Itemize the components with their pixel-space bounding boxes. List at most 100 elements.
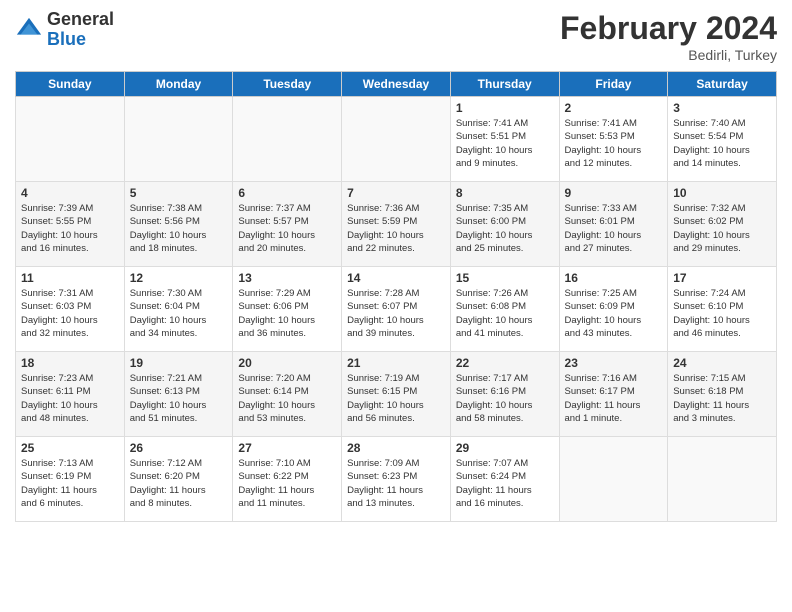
calendar-cell: 10 Sunrise: 7:32 AM Sunset: 6:02 PM Dayli…: [668, 182, 777, 267]
calendar-cell: 3Sunrise: 7:40 AM Sunset: 5:54 PM Daylig…: [668, 97, 777, 182]
day-number: 21: [347, 356, 445, 370]
day-number: 17: [673, 271, 771, 285]
day-info: Sunrise: 7:10 AM Sunset: 6:22 PM Dayligh…: [238, 457, 336, 510]
day-number: 8: [456, 186, 554, 200]
day-number: 27: [238, 441, 336, 455]
day-info: Sunrise: 7:32 AM Sunset: 6:02 PM Dayligh…: [673, 202, 771, 255]
weekday-header-thursday: Thursday: [450, 72, 559, 97]
calendar-location: Bedirli, Turkey: [560, 47, 777, 63]
day-info: Sunrise: 7:36 AM Sunset: 5:59 PM Dayligh…: [347, 202, 445, 255]
day-number: 13: [238, 271, 336, 285]
day-number: 23: [565, 356, 663, 370]
day-info: Sunrise: 7:25 AM Sunset: 6:09 PM Dayligh…: [565, 287, 663, 340]
day-number: 20: [238, 356, 336, 370]
day-info: Sunrise: 7:28 AM Sunset: 6:07 PM Dayligh…: [347, 287, 445, 340]
day-info: Sunrise: 7:23 AM Sunset: 6:11 PM Dayligh…: [21, 372, 119, 425]
day-info: Sunrise: 7:38 AM Sunset: 5:56 PM Dayligh…: [130, 202, 228, 255]
day-number: 6: [238, 186, 336, 200]
day-number: 15: [456, 271, 554, 285]
calendar-cell: [668, 437, 777, 522]
day-info: Sunrise: 7:09 AM Sunset: 6:23 PM Dayligh…: [347, 457, 445, 510]
calendar-cell: 28Sunrise: 7:09 AM Sunset: 6:23 PM Dayli…: [342, 437, 451, 522]
calendar-table: SundayMondayTuesdayWednesdayThursdayFrid…: [15, 71, 777, 522]
day-info: Sunrise: 7:31 AM Sunset: 6:03 PM Dayligh…: [21, 287, 119, 340]
calendar-cell: 27 Sunrise: 7:10 AM Sunset: 6:22 PM Dayli…: [233, 437, 342, 522]
day-info: Sunrise: 7:24 AM Sunset: 6:10 PM Dayligh…: [673, 287, 771, 340]
day-number: 2: [565, 101, 663, 115]
calendar-cell: 6 Sunrise: 7:37 AM Sunset: 5:57 PM Daylig…: [233, 182, 342, 267]
day-info: Sunrise: 7:20 AM Sunset: 6:14 PM Dayligh…: [238, 372, 336, 425]
day-info: Sunrise: 7:37 AM Sunset: 5:57 PM Dayligh…: [238, 202, 336, 255]
day-number: 24: [673, 356, 771, 370]
day-number: 29: [456, 441, 554, 455]
day-number: 5: [130, 186, 228, 200]
day-number: 16: [565, 271, 663, 285]
day-info: Sunrise: 7:29 AM Sunset: 6:06 PM Dayligh…: [238, 287, 336, 340]
calendar-cell: [16, 97, 125, 182]
logo-text: General Blue: [47, 10, 114, 50]
day-info: Sunrise: 7:12 AM Sunset: 6:20 PM Dayligh…: [130, 457, 228, 510]
day-number: 10: [673, 186, 771, 200]
calendar-cell: 24 Sunrise: 7:15 AM Sunset: 6:18 PM Dayli…: [668, 352, 777, 437]
day-number: 25: [21, 441, 119, 455]
day-number: 18: [21, 356, 119, 370]
calendar-cell: 20 Sunrise: 7:20 AM Sunset: 6:14 PM Dayli…: [233, 352, 342, 437]
calendar-cell: 12Sunrise: 7:30 AM Sunset: 6:04 PM Dayli…: [124, 267, 233, 352]
day-info: Sunrise: 7:17 AM Sunset: 6:16 PM Dayligh…: [456, 372, 554, 425]
calendar-cell: 23 Sunrise: 7:16 AM Sunset: 6:17 PM Dayli…: [559, 352, 668, 437]
weekday-header-tuesday: Tuesday: [233, 72, 342, 97]
calendar-week-row: 4 Sunrise: 7:39 AM Sunset: 5:55 PM Daylig…: [16, 182, 777, 267]
calendar-cell: 18 Sunrise: 7:23 AM Sunset: 6:11 PM Dayli…: [16, 352, 125, 437]
day-number: 3: [673, 101, 771, 115]
day-info: Sunrise: 7:26 AM Sunset: 6:08 PM Dayligh…: [456, 287, 554, 340]
weekday-header-row: SundayMondayTuesdayWednesdayThursdayFrid…: [16, 72, 777, 97]
day-info: Sunrise: 7:16 AM Sunset: 6:17 PM Dayligh…: [565, 372, 663, 425]
day-number: 12: [130, 271, 228, 285]
calendar-cell: 8 Sunrise: 7:35 AM Sunset: 6:00 PM Daylig…: [450, 182, 559, 267]
weekday-header-monday: Monday: [124, 72, 233, 97]
weekday-header-saturday: Saturday: [668, 72, 777, 97]
day-info: Sunrise: 7:33 AM Sunset: 6:01 PM Dayligh…: [565, 202, 663, 255]
day-info: Sunrise: 7:19 AM Sunset: 6:15 PM Dayligh…: [347, 372, 445, 425]
day-number: 9: [565, 186, 663, 200]
calendar-week-row: 25Sunrise: 7:13 AM Sunset: 6:19 PM Dayli…: [16, 437, 777, 522]
weekday-header-friday: Friday: [559, 72, 668, 97]
day-number: 7: [347, 186, 445, 200]
day-number: 14: [347, 271, 445, 285]
calendar-week-row: 18 Sunrise: 7:23 AM Sunset: 6:11 PM Dayli…: [16, 352, 777, 437]
day-info: Sunrise: 7:41 AM Sunset: 5:51 PM Dayligh…: [456, 117, 554, 170]
calendar-week-row: 11 Sunrise: 7:31 AM Sunset: 6:03 PM Dayli…: [16, 267, 777, 352]
calendar-cell: 22 Sunrise: 7:17 AM Sunset: 6:16 PM Dayli…: [450, 352, 559, 437]
calendar-cell: 1 Sunrise: 7:41 AM Sunset: 5:51 PM Daylig…: [450, 97, 559, 182]
calendar-cell: 26 Sunrise: 7:12 AM Sunset: 6:20 PM Dayli…: [124, 437, 233, 522]
calendar-cell: 2 Sunrise: 7:41 AM Sunset: 5:53 PM Daylig…: [559, 97, 668, 182]
calendar-cell: 13 Sunrise: 7:29 AM Sunset: 6:06 PM Dayli…: [233, 267, 342, 352]
calendar-title: February 2024: [560, 10, 777, 47]
calendar-cell: 17 Sunrise: 7:24 AM Sunset: 6:10 PM Dayli…: [668, 267, 777, 352]
day-number: 11: [21, 271, 119, 285]
calendar-cell: 5 Sunrise: 7:38 AM Sunset: 5:56 PM Daylig…: [124, 182, 233, 267]
calendar-cell: 4 Sunrise: 7:39 AM Sunset: 5:55 PM Daylig…: [16, 182, 125, 267]
calendar-cell: 16 Sunrise: 7:25 AM Sunset: 6:09 PM Dayli…: [559, 267, 668, 352]
calendar-cell: 14 Sunrise: 7:28 AM Sunset: 6:07 PM Dayli…: [342, 267, 451, 352]
calendar-cell: [559, 437, 668, 522]
weekday-header-sunday: Sunday: [16, 72, 125, 97]
day-number: 4: [21, 186, 119, 200]
calendar-cell: 9 Sunrise: 7:33 AM Sunset: 6:01 PM Daylig…: [559, 182, 668, 267]
calendar-cell: 11 Sunrise: 7:31 AM Sunset: 6:03 PM Dayli…: [16, 267, 125, 352]
day-info: Sunrise: 7:41 AM Sunset: 5:53 PM Dayligh…: [565, 117, 663, 170]
day-info: Sunrise: 7:39 AM Sunset: 5:55 PM Dayligh…: [21, 202, 119, 255]
calendar-week-row: 1 Sunrise: 7:41 AM Sunset: 5:51 PM Daylig…: [16, 97, 777, 182]
day-number: 26: [130, 441, 228, 455]
weekday-header-wednesday: Wednesday: [342, 72, 451, 97]
calendar-cell: 7 Sunrise: 7:36 AM Sunset: 5:59 PM Daylig…: [342, 182, 451, 267]
title-block: February 2024 Bedirli, Turkey: [560, 10, 777, 63]
calendar-cell: 25Sunrise: 7:13 AM Sunset: 6:19 PM Dayli…: [16, 437, 125, 522]
day-info: Sunrise: 7:35 AM Sunset: 6:00 PM Dayligh…: [456, 202, 554, 255]
day-number: 22: [456, 356, 554, 370]
calendar-cell: [342, 97, 451, 182]
calendar-cell: 19Sunrise: 7:21 AM Sunset: 6:13 PM Dayli…: [124, 352, 233, 437]
calendar-cell: 29Sunrise: 7:07 AM Sunset: 6:24 PM Dayli…: [450, 437, 559, 522]
day-info: Sunrise: 7:15 AM Sunset: 6:18 PM Dayligh…: [673, 372, 771, 425]
day-number: 1: [456, 101, 554, 115]
